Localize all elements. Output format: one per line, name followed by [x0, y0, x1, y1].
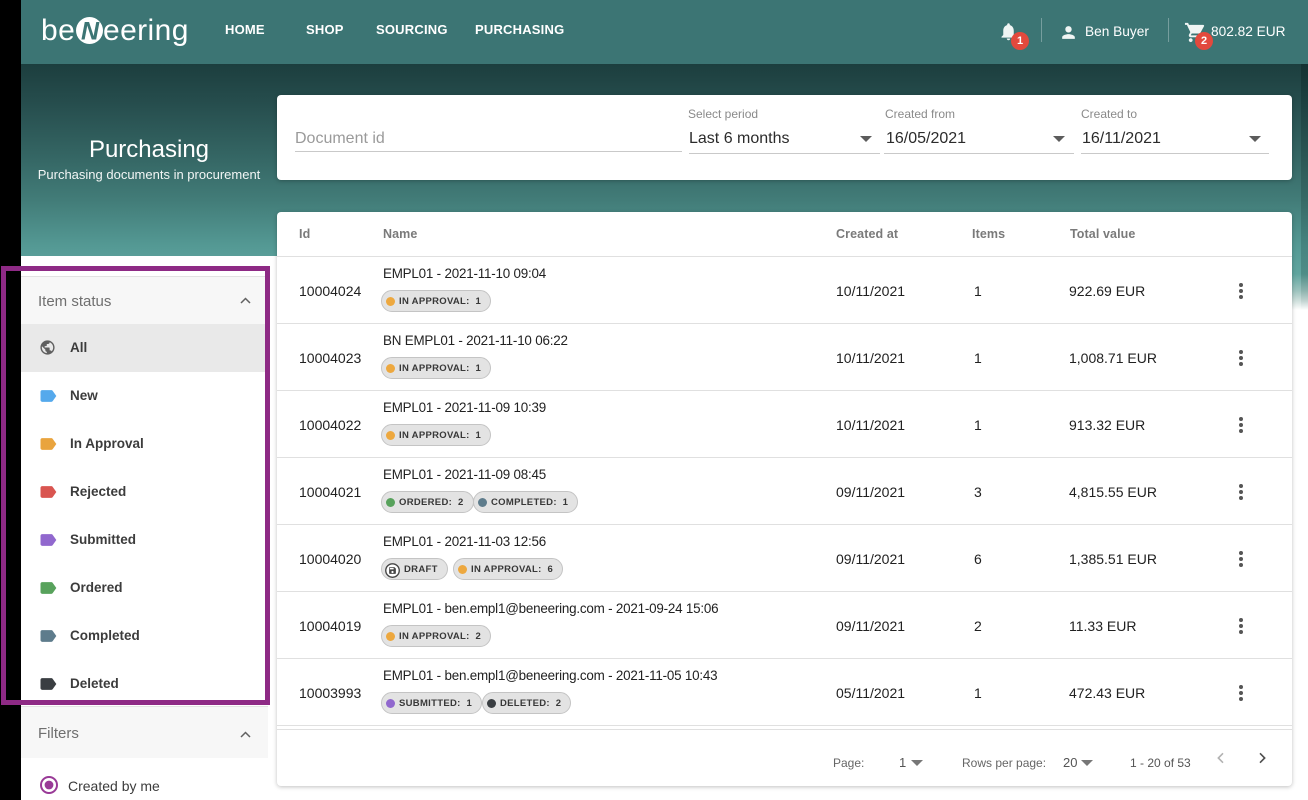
svg-text:N: N [81, 18, 100, 45]
